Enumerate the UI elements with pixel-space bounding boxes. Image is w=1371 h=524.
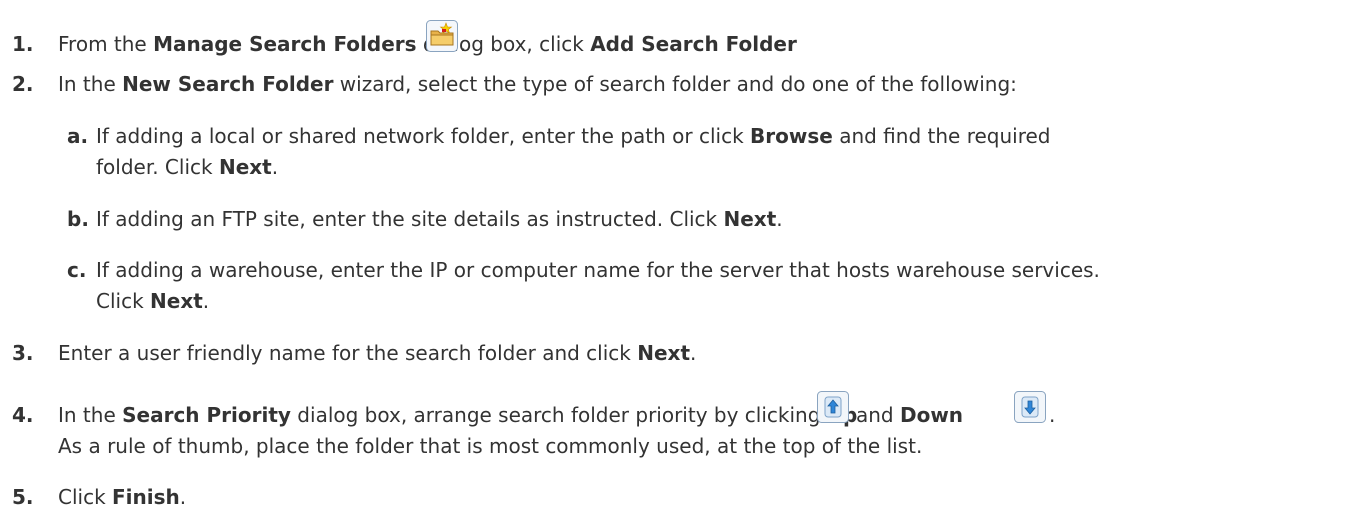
step-text: In the New Search Folder wizard, select … <box>58 72 1017 96</box>
step-number: 1. <box>12 32 34 56</box>
step-text: Enter a user friendly name for the searc… <box>58 341 697 365</box>
substep-letter: a. <box>67 124 89 148</box>
step-number: 3. <box>12 341 34 365</box>
step-text: and Down <box>856 403 964 427</box>
step-text: Click Finish. <box>58 485 187 509</box>
step-number: 5. <box>12 485 34 509</box>
step-text: In the Search Priority dialog box, arran… <box>58 403 857 427</box>
step-text: As a rule of thumb, place the folder tha… <box>58 434 923 458</box>
substep-text: If adding an FTP site, enter the site de… <box>96 207 783 231</box>
add-search-folder-icon <box>426 20 458 52</box>
substep-letter: c. <box>67 258 87 282</box>
up-arrow-icon <box>817 391 849 423</box>
step-period: . <box>460 32 467 56</box>
substep-letter: b. <box>67 207 89 231</box>
down-arrow-icon <box>1014 391 1046 423</box>
step-number: 2. <box>12 72 34 96</box>
substep-text: Click Next. <box>96 289 210 313</box>
substep-text: folder. Click Next. <box>96 155 279 179</box>
step-number: 4. <box>12 403 34 427</box>
substep-text: If adding a warehouse, enter the IP or c… <box>96 258 1100 282</box>
step-period: . <box>1049 403 1056 427</box>
substep-text: If adding a local or shared network fold… <box>96 124 1051 148</box>
